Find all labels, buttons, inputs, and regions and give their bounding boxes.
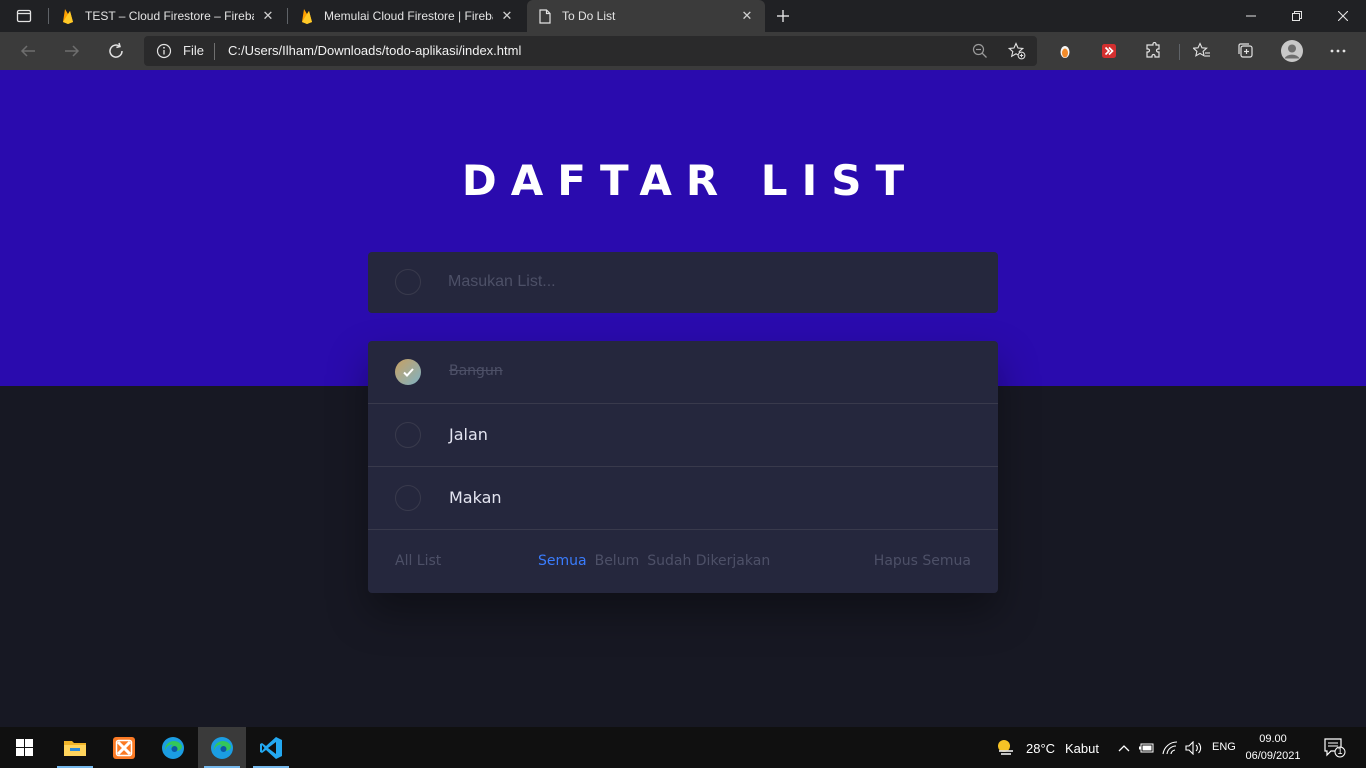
notification-badge: 1 (1337, 746, 1343, 756)
edge-dev-icon[interactable] (198, 727, 246, 768)
back-button[interactable] (12, 35, 44, 67)
filter-completed[interactable]: Sudah Dikerjakan (647, 553, 770, 569)
vscode-icon[interactable] (247, 727, 295, 768)
weather-condition[interactable]: Kabut (1065, 741, 1099, 756)
extensions-icon[interactable] (1140, 38, 1166, 64)
new-tab-button[interactable] (770, 4, 796, 28)
tab-actions-icon[interactable] (8, 4, 40, 28)
new-todo-input[interactable] (448, 268, 968, 296)
new-todo-card (368, 252, 998, 313)
page-title: DAFTAR LIST (461, 156, 919, 205)
tab-separator (48, 8, 49, 24)
todo-item[interactable]: Jalan (368, 404, 998, 467)
url-text[interactable]: C:/Users/Ilham/Downloads/todo-aplikasi/i… (228, 43, 521, 58)
items-count-label: All List (395, 553, 442, 569)
todo-text: Bangun (449, 363, 503, 379)
tab-firestore-docs[interactable]: Memulai Cloud Firestore | Firebase ✕ (289, 0, 525, 32)
info-icon[interactable] (156, 43, 172, 59)
chevron-up-icon[interactable] (1114, 738, 1134, 758)
checked-circle-icon[interactable] (395, 359, 421, 385)
extension-red-icon[interactable] (1096, 38, 1122, 64)
weather-temp[interactable]: 28°C (1026, 741, 1055, 756)
windows-taskbar: 28°C Kabut ENG 09.00 06/09/2021 1 (0, 727, 1366, 768)
page-icon (537, 8, 553, 24)
clear-all-button[interactable]: Hapus Semua (874, 553, 971, 569)
system-clock[interactable]: 09.00 06/09/2021 (1240, 731, 1306, 765)
todo-footer: All List Semua Belum Sudah Dikerjakan Ha… (368, 530, 998, 593)
profile-avatar-icon[interactable] (1279, 38, 1305, 64)
firebase-icon (299, 8, 315, 24)
todo-item[interactable]: Makan (368, 467, 998, 530)
close-icon[interactable]: ✕ (739, 8, 755, 24)
todo-item[interactable]: Bangun (368, 341, 998, 404)
restore-button[interactable] (1274, 0, 1320, 32)
edge-icon[interactable] (149, 727, 197, 768)
filter-active[interactable]: Belum (595, 553, 640, 569)
filter-all[interactable]: Semua (538, 553, 587, 569)
start-button[interactable] (0, 727, 48, 768)
file-explorer-icon[interactable] (51, 727, 99, 768)
more-options-icon[interactable] (1325, 38, 1351, 64)
tab-title: TEST – Cloud Firestore – Firebase (85, 9, 254, 23)
tab-separator (287, 8, 288, 24)
favorites-icon[interactable] (1189, 38, 1215, 64)
address-divider (214, 43, 215, 60)
xampp-icon[interactable] (100, 727, 148, 768)
todo-text: Makan (449, 488, 502, 507)
clock-time: 09.00 (1259, 733, 1287, 745)
close-window-button[interactable] (1320, 0, 1366, 32)
page-viewport: DAFTAR LIST Bangun Jalan Makan All List … (0, 70, 1366, 727)
todo-text: Jalan (449, 425, 488, 444)
tab-firestore-test[interactable]: TEST – Cloud Firestore – Firebase ✕ (50, 0, 286, 32)
add-favorite-icon[interactable] (1007, 41, 1027, 61)
tab-title: To Do List (562, 9, 616, 23)
address-bar[interactable]: File C:/Users/Ilham/Downloads/todo-aplik… (144, 36, 1037, 66)
new-todo-check-circle[interactable] (395, 269, 421, 295)
toolbar-divider (1179, 44, 1180, 60)
zoom-icon[interactable] (970, 41, 990, 61)
minimize-button[interactable] (1228, 0, 1274, 32)
language-indicator[interactable]: ENG (1212, 741, 1236, 753)
notification-center-icon[interactable]: 1 (1323, 737, 1347, 759)
hero-background (0, 70, 1366, 386)
browser-tab-strip: TEST – Cloud Firestore – Firebase ✕ Memu… (0, 0, 1366, 32)
check-circle-icon[interactable] (395, 485, 421, 511)
clock-date: 06/09/2021 (1245, 750, 1301, 762)
firebase-icon (60, 8, 76, 24)
weather-icon[interactable] (996, 738, 1016, 758)
collections-icon[interactable] (1233, 38, 1259, 64)
close-icon[interactable]: ✕ (499, 8, 515, 24)
forward-button[interactable] (56, 35, 88, 67)
check-circle-icon[interactable] (395, 422, 421, 448)
refresh-button[interactable] (100, 35, 132, 67)
scheme-label: File (183, 43, 204, 58)
tab-title: Memulai Cloud Firestore | Firebase (324, 9, 493, 23)
wifi-icon[interactable] (1160, 738, 1180, 758)
volume-icon[interactable] (1184, 738, 1204, 758)
tab-todo-list[interactable]: To Do List ✕ (527, 0, 765, 32)
filter-group: Semua Belum Sudah Dikerjakan (538, 553, 770, 569)
browser-toolbar: File C:/Users/Ilham/Downloads/todo-aplik… (0, 32, 1366, 70)
close-icon[interactable]: ✕ (260, 8, 276, 24)
todo-list-card: Bangun Jalan Makan All List Semua Belum … (368, 341, 998, 593)
extension-orange-icon[interactable] (1052, 38, 1078, 64)
battery-icon[interactable] (1137, 738, 1157, 758)
